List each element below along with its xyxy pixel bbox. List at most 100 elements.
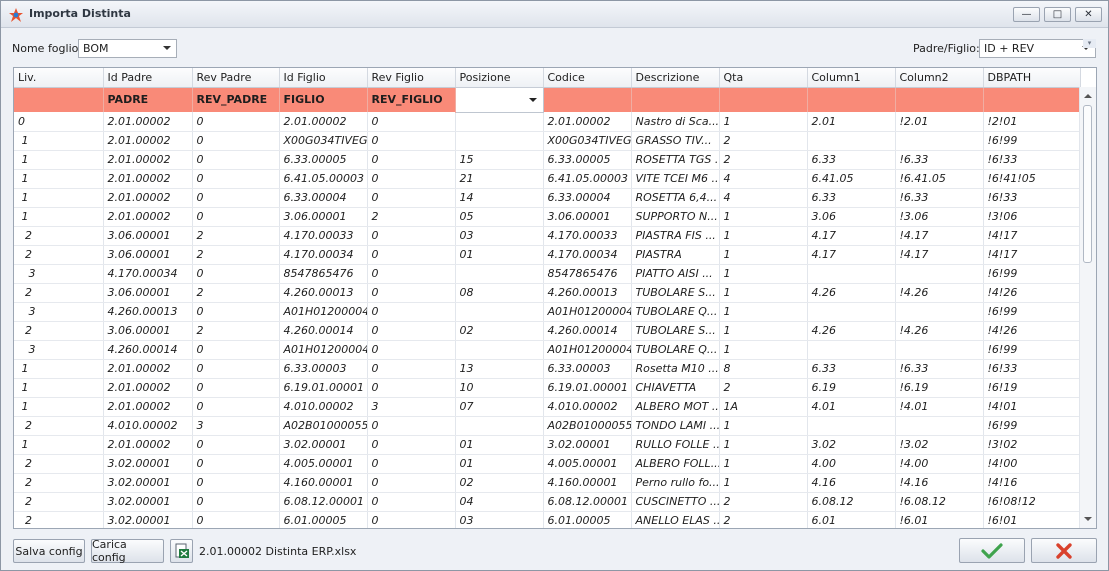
table-cell[interactable]: 1 bbox=[14, 131, 104, 151]
table-cell[interactable]: TUBOLARE Q... bbox=[631, 340, 720, 360]
table-cell[interactable]: 0 bbox=[367, 340, 456, 360]
table-cell[interactable]: 2.01.00002 bbox=[103, 188, 193, 208]
table-row[interactable]: 1 2.01.00002 0 6.33.00005 0 15 6.33.00005 ROSET… bbox=[14, 150, 1081, 170]
table-cell[interactable]: !4!26 bbox=[983, 321, 1081, 341]
table-cell[interactable] bbox=[895, 340, 984, 360]
table-cell[interactable]: 2.01.00002 bbox=[103, 435, 193, 455]
table-cell[interactable]: 0 bbox=[367, 245, 456, 265]
table-cell[interactable]: 0 bbox=[367, 264, 456, 284]
table-cell[interactable]: 3.06.00001 bbox=[103, 321, 193, 341]
table-cell[interactable]: 2 bbox=[14, 473, 104, 493]
table-cell[interactable]: 3 bbox=[192, 416, 280, 436]
table-cell[interactable]: 4.260.00014 bbox=[279, 321, 368, 341]
table-cell[interactable]: 4.260.00013 bbox=[103, 302, 193, 322]
table-cell[interactable]: 0 bbox=[367, 511, 456, 528]
table-cell[interactable]: 0 bbox=[367, 188, 456, 208]
table-cell[interactable]: !6!01 bbox=[983, 511, 1081, 528]
table-cell[interactable] bbox=[807, 340, 896, 360]
table-cell[interactable]: 2.01.00002 bbox=[103, 359, 193, 379]
table-cell[interactable]: 8 bbox=[719, 359, 808, 379]
table-cell[interactable]: !6!33 bbox=[983, 359, 1081, 379]
table-cell[interactable]: 3.02.00001 bbox=[103, 454, 193, 474]
table-cell[interactable]: 4.16 bbox=[807, 473, 896, 493]
table-cell[interactable]: 4.170.00034 bbox=[543, 245, 632, 265]
table-cell[interactable]: 0 bbox=[14, 112, 104, 132]
table-cell[interactable]: 3 bbox=[14, 340, 104, 360]
table-cell[interactable]: !2.01 bbox=[895, 112, 984, 132]
table-cell[interactable]: 08 bbox=[455, 283, 544, 303]
table-row[interactable]: 1 2.01.00002 0 3.02.00001 0 01 3.02.00001 RULLO… bbox=[14, 435, 1081, 455]
table-cell[interactable]: 1 bbox=[14, 207, 104, 227]
table-cell[interactable]: !4!16 bbox=[983, 473, 1081, 493]
table-cell[interactable]: X00G034TIVEG bbox=[279, 131, 368, 151]
column-header[interactable]: Liv. bbox=[14, 68, 104, 88]
mapping-cell[interactable]: PADRE bbox=[103, 87, 193, 112]
table-cell[interactable]: 01 bbox=[455, 245, 544, 265]
table-cell[interactable]: 8547865476 bbox=[543, 264, 632, 284]
table-cell[interactable] bbox=[895, 416, 984, 436]
table-cell[interactable]: 1 bbox=[14, 378, 104, 398]
table-cell[interactable]: !4.17 bbox=[895, 226, 984, 246]
column-header[interactable]: Id Figlio bbox=[279, 68, 368, 88]
table-row[interactable]: 2 3.02.00001 0 6.08.12.00001 0 04 6.08.12.0000… bbox=[14, 492, 1081, 512]
table-cell[interactable]: RULLO FOLLE ... bbox=[631, 435, 720, 455]
table-cell[interactable]: A01H01200004 bbox=[279, 302, 368, 322]
table-cell[interactable]: 0 bbox=[192, 511, 280, 528]
column-header[interactable]: DBPATH bbox=[983, 68, 1081, 88]
table-cell[interactable]: 6.33 bbox=[807, 150, 896, 170]
table-cell[interactable]: VITE TCEI M6 ... bbox=[631, 169, 720, 189]
table-cell[interactable]: !6!41!05 bbox=[983, 169, 1081, 189]
table-cell[interactable]: 0 bbox=[367, 169, 456, 189]
table-cell[interactable]: 0 bbox=[367, 492, 456, 512]
table-cell[interactable]: TONDO LAMI ... bbox=[631, 416, 720, 436]
table-cell[interactable]: 03 bbox=[455, 511, 544, 528]
table-cell[interactable] bbox=[455, 416, 544, 436]
table-cell[interactable]: 3.02.00001 bbox=[103, 492, 193, 512]
table-cell[interactable]: 4.010.00002 bbox=[279, 397, 368, 417]
table-cell[interactable]: 6.33.00004 bbox=[543, 188, 632, 208]
table-cell[interactable]: 2 bbox=[14, 511, 104, 528]
table-cell[interactable] bbox=[895, 302, 984, 322]
table-cell[interactable]: !6!08!12 bbox=[983, 492, 1081, 512]
table-cell[interactable]: 6.08.12.00001 bbox=[543, 492, 632, 512]
mapping-cell[interactable] bbox=[719, 87, 808, 112]
table-cell[interactable]: 2.01.00002 bbox=[103, 131, 193, 151]
table-cell[interactable]: 4 bbox=[719, 188, 808, 208]
table-cell[interactable]: !4.16 bbox=[895, 473, 984, 493]
table-cell[interactable]: 07 bbox=[455, 397, 544, 417]
mapping-cell[interactable] bbox=[895, 87, 984, 112]
table-cell[interactable]: 0 bbox=[192, 454, 280, 474]
table-cell[interactable]: 6.33.00005 bbox=[279, 150, 368, 170]
table-cell[interactable]: 05 bbox=[455, 207, 544, 227]
table-cell[interactable]: 0 bbox=[192, 359, 280, 379]
table-cell[interactable]: ALBERO FOLL... bbox=[631, 454, 720, 474]
table-cell[interactable]: 2 bbox=[14, 492, 104, 512]
table-row[interactable]: 2 3.02.00001 0 4.160.00001 0 02 4.160.00001 Per… bbox=[14, 473, 1081, 493]
mapping-cell[interactable] bbox=[807, 87, 896, 112]
parent-child-select[interactable]: ID + REV ▾ bbox=[979, 39, 1096, 58]
column-header[interactable]: Rev Padre bbox=[192, 68, 280, 88]
table-cell[interactable]: !4!26 bbox=[983, 283, 1081, 303]
table-cell[interactable]: 4.170.00033 bbox=[279, 226, 368, 246]
table-cell[interactable]: 01 bbox=[455, 454, 544, 474]
open-file-button[interactable] bbox=[170, 539, 193, 563]
table-cell[interactable]: PIASTRA bbox=[631, 245, 720, 265]
table-row[interactable]: 2 3.02.00001 0 4.005.00001 0 01 4.005.00001 ALB… bbox=[14, 454, 1081, 474]
table-cell[interactable] bbox=[895, 264, 984, 284]
table-cell[interactable]: 1 bbox=[719, 473, 808, 493]
table-cell[interactable]: Nastro di Sca... bbox=[631, 112, 720, 132]
table-cell[interactable]: !3!06 bbox=[983, 207, 1081, 227]
table-cell[interactable]: !6.08.12 bbox=[895, 492, 984, 512]
column-header[interactable]: Column2 bbox=[895, 68, 984, 88]
table-cell[interactable]: TUBOLARE S... bbox=[631, 283, 720, 303]
column-header[interactable]: Id Padre bbox=[103, 68, 193, 88]
table-cell[interactable]: 4.160.00001 bbox=[279, 473, 368, 493]
table-cell[interactable]: 1 bbox=[719, 112, 808, 132]
table-cell[interactable]: 1 bbox=[14, 359, 104, 379]
table-cell[interactable]: !6!99 bbox=[983, 264, 1081, 284]
table-cell[interactable]: 1 bbox=[719, 435, 808, 455]
table-cell[interactable]: 6.19.01.00001 bbox=[279, 378, 368, 398]
table-cell[interactable]: 4.00 bbox=[807, 454, 896, 474]
mapping-cell[interactable] bbox=[631, 87, 720, 112]
table-cell[interactable]: 3.06.00001 bbox=[103, 226, 193, 246]
